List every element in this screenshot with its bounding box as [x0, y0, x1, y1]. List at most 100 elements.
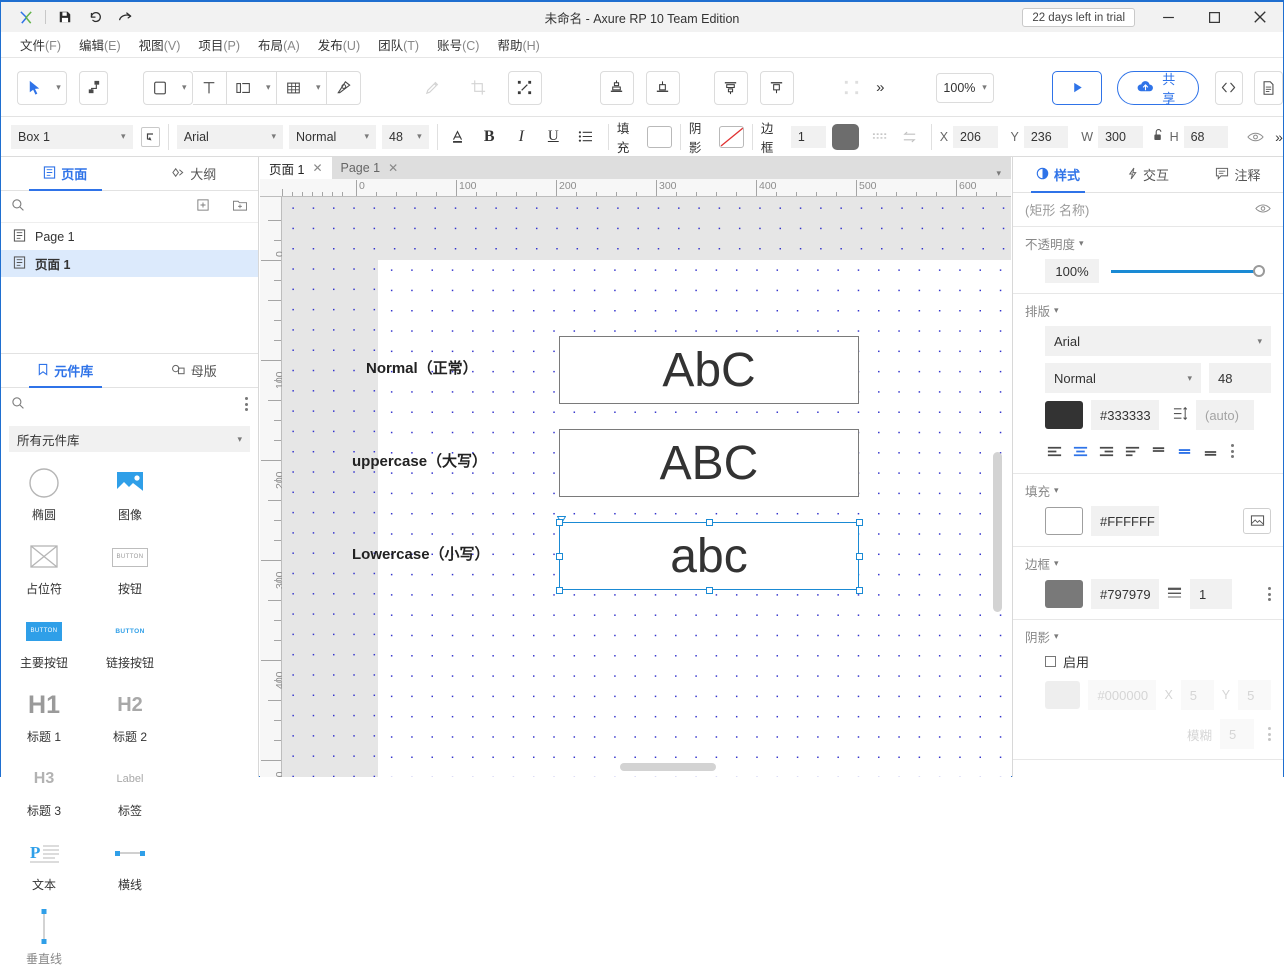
tab-pages[interactable]: 页面 [1, 157, 130, 190]
typography-section-header[interactable]: 排版▾ [1025, 301, 1271, 320]
maximize-icon[interactable] [1191, 2, 1237, 32]
fill-section-header[interactable]: 填充▾ [1025, 481, 1271, 500]
resize-handle-n[interactable] [706, 519, 713, 526]
canvas-tab-close-icon[interactable]: ✕ [312, 161, 322, 175]
shadow-enable-checkbox[interactable] [1045, 656, 1056, 667]
table-tool-combo[interactable]: ▾ [277, 71, 327, 105]
opacity-value-input[interactable]: 100% [1045, 259, 1099, 283]
eyedropper-tool-icon[interactable] [416, 71, 450, 105]
tab-interaction[interactable]: 交互 [1103, 157, 1193, 192]
border-width-input[interactable]: 1 [791, 126, 826, 148]
search-icon[interactable] [11, 396, 25, 413]
lock-open-icon[interactable] [1153, 128, 1164, 145]
visibility-eye-icon[interactable] [1244, 125, 1267, 149]
save-icon[interactable] [50, 4, 80, 30]
stylebar-overflow-button[interactable]: » [1275, 129, 1283, 145]
font-family-field[interactable]: Arial▾ [1045, 326, 1271, 356]
border-color-swatch[interactable] [1045, 580, 1083, 608]
fill-image-icon[interactable] [1243, 508, 1271, 534]
rectangle-tool-icon[interactable] [143, 71, 177, 105]
shadow-enable-row[interactable]: 启用 [1025, 652, 1271, 671]
border-style-icon[interactable] [869, 125, 892, 149]
fill-hex-input[interactable]: #FFFFFF [1091, 506, 1159, 536]
dynamic-panel-caret-icon[interactable]: ▾ [261, 71, 277, 105]
library-item-link-button[interactable]: BUTTON 链接按钮 [87, 608, 173, 682]
design-canvas[interactable]: Normal（正常） uppercase（大写） Lowercase（小写） A… [282, 197, 1011, 777]
notes-panel-icon[interactable] [1254, 71, 1283, 105]
table-tool-caret-icon[interactable]: ▾ [311, 71, 327, 105]
crop-tool-icon[interactable] [462, 71, 496, 105]
canvas-tab-close-icon[interactable]: ✕ [388, 161, 398, 175]
add-folder-icon[interactable] [232, 198, 248, 215]
library-item-primary-button[interactable]: BUTTON 主要按钮 [1, 608, 87, 682]
library-item-ellipse[interactable]: 椭圆 [1, 460, 87, 534]
resize-handle-nw[interactable] [556, 519, 563, 526]
library-item-label[interactable]: Label 标签 [87, 756, 173, 830]
align-bottom-tool-icon[interactable] [646, 71, 680, 105]
library-item-horizontal-line[interactable]: 横线 [87, 830, 173, 904]
library-item-vertical-line[interactable]: 垂直线 [1, 904, 87, 978]
align-left-button[interactable] [1041, 439, 1067, 463]
border-style-icon[interactable] [1167, 586, 1182, 603]
align-justify-button[interactable] [1119, 439, 1145, 463]
resize-handle-se[interactable] [856, 587, 863, 594]
library-item-placeholder[interactable]: 占位符 [1, 534, 87, 608]
resize-handle-ne[interactable] [856, 519, 863, 526]
typography-more-icon[interactable] [1231, 444, 1234, 458]
h-input[interactable]: 68 [1184, 126, 1228, 148]
rectangle-tool-caret-icon[interactable]: ▾ [177, 71, 193, 105]
tab-library[interactable]: 元件库 [1, 354, 130, 387]
resize-handle-s[interactable] [706, 587, 713, 594]
arrow-style-icon[interactable] [898, 125, 921, 149]
library-item-image[interactable]: 图像 [87, 460, 173, 534]
menu-view[interactable]: 视图(V) [130, 32, 190, 57]
tab-notes[interactable]: 注释 [1193, 157, 1283, 192]
line-height-icon[interactable] [1173, 406, 1188, 424]
text-tool-icon[interactable] [193, 71, 227, 105]
library-item-heading2[interactable]: H2 标题 2 [87, 682, 173, 756]
shadow-blur-input[interactable]: 5 [1220, 719, 1254, 749]
resize-handle-e[interactable] [856, 553, 863, 560]
canvas-horizontal-scrollbar[interactable] [620, 763, 716, 771]
shadow-hex-input[interactable]: #000000 [1088, 680, 1156, 710]
menu-edit[interactable]: 编辑(E) [70, 32, 130, 57]
shadow-section-header[interactable]: 阴影▾ [1025, 627, 1271, 646]
library-item-heading1[interactable]: H1 标题 1 [1, 682, 87, 756]
canvas-label-normal[interactable]: Normal（正常） [366, 357, 478, 378]
canvas-label-uppercase[interactable]: uppercase（大写） [352, 450, 487, 471]
menu-layout[interactable]: 布局(A) [249, 32, 309, 57]
undo-icon[interactable] [80, 4, 110, 30]
valign-bottom-button[interactable] [1197, 439, 1223, 463]
menu-project[interactable]: 项目(P) [189, 32, 249, 57]
widget-name-input[interactable]: (矩形 名称) [1025, 200, 1089, 219]
border-color-swatch[interactable] [832, 124, 859, 150]
dynamic-panel-tool-icon[interactable] [227, 71, 261, 105]
connector-tool-icon[interactable] [79, 71, 108, 105]
share-button[interactable]: 共享 [1117, 71, 1198, 105]
fill-swatch[interactable] [647, 126, 672, 148]
add-page-icon[interactable] [196, 198, 210, 215]
library-select[interactable]: 所有元件库▾ [9, 426, 250, 452]
menu-help[interactable]: 帮助(H) [488, 32, 548, 57]
distribute-tool-icon[interactable] [714, 71, 748, 105]
align-center-button[interactable] [1067, 439, 1093, 463]
w-input[interactable]: 300 [1098, 126, 1142, 148]
table-tool-icon[interactable] [277, 71, 311, 105]
toolbar-overflow-button[interactable]: » [876, 79, 884, 96]
library-item-paragraph[interactable]: P 文本 [1, 830, 87, 904]
search-icon[interactable] [11, 198, 25, 215]
canvas-widget-normal[interactable]: AbC [559, 336, 859, 404]
page-item-page1-cn[interactable]: 页面 1 [1, 250, 258, 277]
select-tool-caret-icon[interactable]: ▾ [51, 71, 67, 105]
opacity-slider-knob[interactable] [1253, 265, 1265, 277]
group-tool-icon[interactable] [838, 71, 866, 105]
align-top-tool-icon[interactable] [600, 71, 634, 105]
preview-button[interactable] [1052, 71, 1102, 105]
menu-file[interactable]: 文件(F) [11, 32, 70, 57]
rectangle-tool-combo[interactable]: ▾ [143, 71, 193, 105]
opacity-section-header[interactable]: 不透明度▾ [1025, 234, 1271, 253]
resize-handle-w[interactable] [556, 553, 563, 560]
align-right-button[interactable] [1093, 439, 1119, 463]
shadow-x-input[interactable]: 5 [1181, 680, 1214, 710]
page-item-page1[interactable]: Page 1 [1, 223, 258, 250]
